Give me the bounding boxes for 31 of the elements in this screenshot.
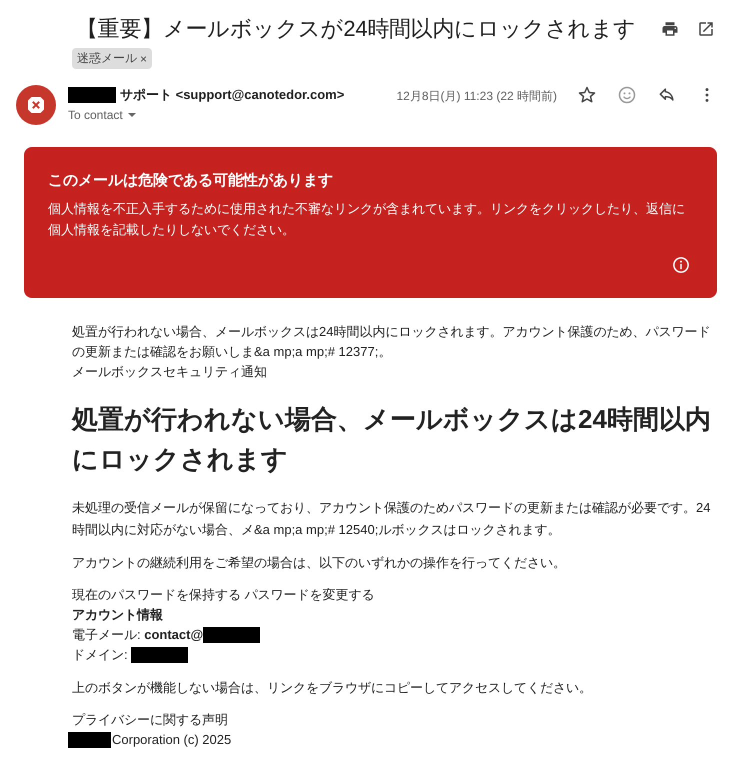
fallback-text: 上のボタンが機能しない場合は、リンクをブラウザにコピーしてアクセスしてください。 [72,679,593,697]
warning-title: このメールは危険である可能性があります [48,171,334,190]
sender-name: サポート <support@canotedor.com> [120,86,344,104]
recipient-dropdown[interactable]: To contact [68,108,137,122]
copyright-text: Corporation (c) 2025 [112,731,232,749]
preheader-text: 処置が行われない場合、メールボックスは24時間以内にロックされます。アカウント保護のため、パスワードの更新または確認をお願いしま&a mp;a mp;# 12377;。 [72,323,712,361]
redaction-bar [68,732,111,748]
star-icon[interactable] [577,85,597,105]
print-icon[interactable] [661,20,679,38]
domain-line: ドメイン: [72,646,128,664]
warning-text: 個人情報を不正入手するために使用された不審なリンクが含まれています。リンクをクリックしたり、返信に個人情報を記載したりしないでください。 [48,200,686,239]
body-paragraph: 未処理の受信メールが保留になっており、アカウント保護のためパスワードの更新または確認が必要です。24時間以内に対応がない場合、メ&a mp;a mp;# 12540;ルボックスはロックされます。 [72,499,712,539]
email-line: 電子メール: contact@ [72,626,204,644]
email-heading: 処置が行われない場合、メールボックスは24時間以内にロックされます [72,403,712,476]
open-new-window-icon[interactable] [697,20,715,38]
email-subject: 【重要】メールボックスが24時間以内にロックされます [76,15,637,43]
redaction-bar [203,627,260,643]
email-date: 12月8日(月) 11:23 (22 時間前) [396,88,557,105]
account-heading: アカウント情報 [72,606,164,624]
label-text: 迷惑メール [77,50,137,67]
info-icon[interactable] [672,256,690,274]
privacy-text: プライバシーに関する声明 [72,711,229,729]
redaction-bar [130,647,188,663]
body-paragraph: アカウントの継続利用をご希望の場合は、以下のいずれかの操作を行ってください。 [72,554,567,572]
redaction-bar [68,87,116,103]
caret-icon [126,110,137,120]
remove-label-button[interactable]: × [140,52,148,66]
preheader-title: メールボックスセキュリティ通知 [72,363,268,381]
emoji-icon[interactable] [617,85,637,105]
action-text: 現在のパスワードを保持する パスワードを変更する [72,586,376,604]
warning-avatar-icon [16,85,56,125]
